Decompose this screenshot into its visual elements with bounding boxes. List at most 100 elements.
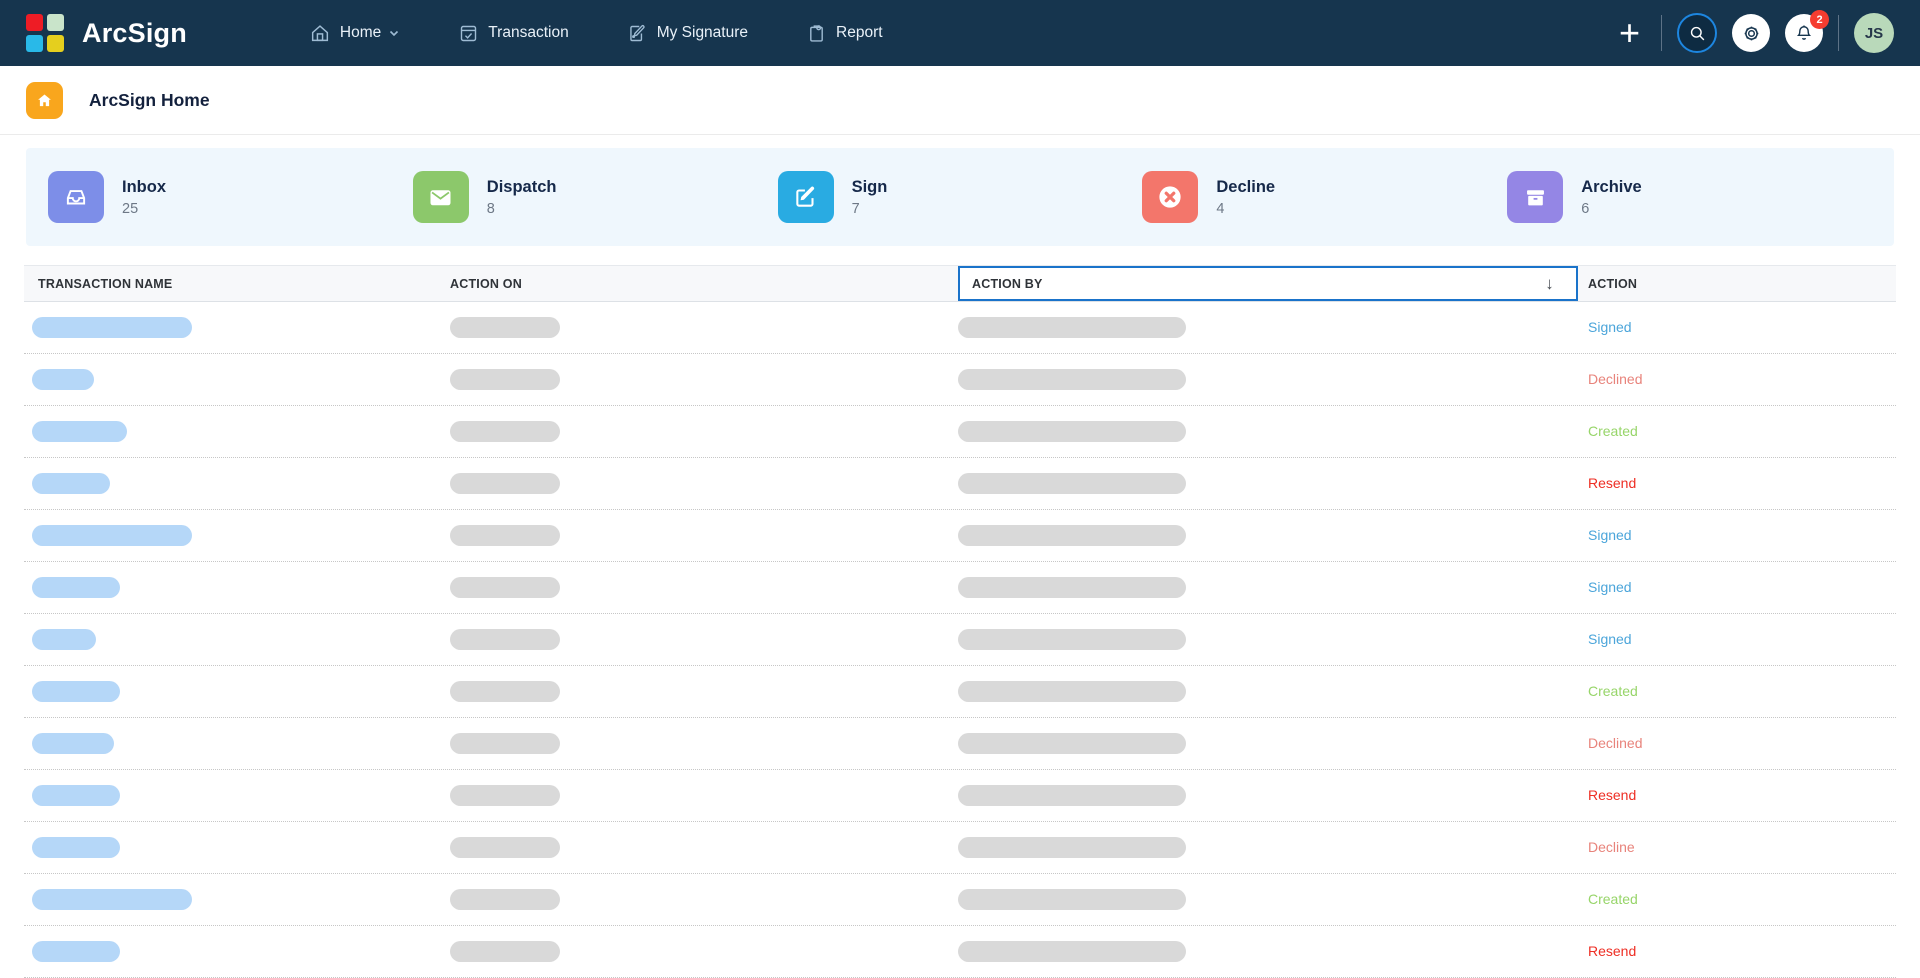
stat-card-decline[interactable]: Decline 4 bbox=[1142, 171, 1507, 223]
stat-label: Decline bbox=[1216, 177, 1276, 196]
stat-card-archive[interactable]: Archive 6 bbox=[1507, 171, 1872, 223]
column-header-action-by[interactable]: ACTION BY ↓ bbox=[958, 266, 1578, 301]
sort-descending-icon[interactable]: ↓ bbox=[1545, 274, 1554, 294]
logo-square-green bbox=[47, 14, 64, 31]
table-row[interactable]: Declined bbox=[24, 354, 1896, 406]
nav-item-label: Report bbox=[836, 24, 883, 41]
action-on-skeleton bbox=[450, 577, 560, 598]
divider bbox=[1661, 15, 1662, 51]
gear-icon bbox=[1744, 26, 1758, 40]
table-row[interactable]: Declined bbox=[24, 718, 1896, 770]
action-by-skeleton bbox=[958, 421, 1186, 442]
action-by-skeleton bbox=[958, 525, 1186, 546]
search-icon bbox=[1690, 26, 1704, 40]
transaction-name-skeleton bbox=[32, 785, 120, 806]
action-status-link[interactable]: Signed bbox=[1588, 631, 1632, 647]
nav-item-home[interactable]: Home bbox=[309, 22, 400, 44]
table-row[interactable]: Resend bbox=[24, 458, 1896, 510]
table-row[interactable]: Signed bbox=[24, 510, 1896, 562]
notifications-button[interactable]: 2 bbox=[1785, 10, 1829, 52]
action-on-skeleton bbox=[450, 785, 560, 806]
table-row[interactable]: Signed bbox=[24, 302, 1896, 354]
search-button[interactable] bbox=[1677, 13, 1717, 53]
action-by-skeleton bbox=[958, 733, 1186, 754]
action-status-link[interactable]: Signed bbox=[1588, 319, 1632, 335]
envelope-icon bbox=[412, 171, 469, 223]
table-row[interactable]: Signed bbox=[24, 562, 1896, 614]
action-on-skeleton bbox=[450, 889, 560, 910]
stat-count: 4 bbox=[1216, 200, 1225, 217]
action-on-skeleton bbox=[450, 421, 560, 442]
page-title: ArcSign Home bbox=[89, 89, 210, 110]
column-header-action-on[interactable]: ACTION ON bbox=[450, 266, 958, 301]
action-by-skeleton bbox=[958, 473, 1186, 494]
transaction-name-skeleton bbox=[32, 629, 96, 650]
action-status-link[interactable]: Resend bbox=[1588, 787, 1636, 803]
action-status-link[interactable]: Resend bbox=[1588, 475, 1636, 491]
action-status-link[interactable]: Signed bbox=[1588, 527, 1632, 543]
action-on-skeleton bbox=[450, 941, 560, 962]
action-status-link[interactable]: Resend bbox=[1588, 943, 1636, 959]
nav-item-my-signature[interactable]: My Signature bbox=[627, 23, 748, 44]
column-header-action[interactable]: ACTION bbox=[1578, 266, 1896, 301]
action-by-skeleton bbox=[958, 577, 1186, 598]
signature-icon bbox=[629, 24, 645, 41]
action-by-skeleton bbox=[958, 317, 1186, 338]
action-by-skeleton bbox=[958, 889, 1186, 910]
action-status-link[interactable]: Decline bbox=[1588, 839, 1635, 855]
action-on-skeleton bbox=[450, 473, 560, 494]
action-status-link[interactable]: Declined bbox=[1588, 371, 1642, 387]
column-header-label: ACTION BY bbox=[972, 276, 1043, 291]
stat-count: 8 bbox=[486, 200, 495, 217]
transaction-name-skeleton bbox=[32, 525, 192, 546]
action-on-skeleton bbox=[450, 837, 560, 858]
logo-square-cyan bbox=[26, 35, 43, 52]
main-menu: Home Transaction My Signature Report bbox=[309, 22, 883, 44]
stat-count: 6 bbox=[1581, 200, 1590, 217]
logo-square-red bbox=[26, 14, 43, 31]
transaction-name-skeleton bbox=[32, 733, 114, 754]
table-row[interactable]: Created bbox=[24, 406, 1896, 458]
action-by-skeleton bbox=[958, 837, 1186, 858]
action-by-skeleton bbox=[958, 941, 1186, 962]
action-status-link[interactable]: Created bbox=[1588, 683, 1638, 699]
action-status-link[interactable]: Declined bbox=[1588, 735, 1642, 751]
stats-strip: Inbox 25 Dispatch 8 Sign 7 Decline 4 Arc… bbox=[26, 148, 1894, 246]
edit-icon bbox=[777, 171, 834, 223]
table-row[interactable]: Signed bbox=[24, 614, 1896, 666]
breadcrumb: ArcSign Home bbox=[0, 66, 1920, 135]
action-status-link[interactable]: Created bbox=[1588, 891, 1638, 907]
table-row[interactable]: Resend bbox=[24, 770, 1896, 822]
settings-button[interactable] bbox=[1732, 14, 1770, 52]
action-on-skeleton bbox=[450, 681, 560, 702]
table-header: TRANSACTION NAME ACTION ON ACTION BY ↓ A… bbox=[24, 265, 1896, 302]
arcsign-logo-icon[interactable] bbox=[26, 14, 64, 52]
action-by-skeleton bbox=[958, 785, 1186, 806]
table-row[interactable]: Created bbox=[24, 666, 1896, 718]
table-row[interactable]: Decline bbox=[24, 822, 1896, 874]
add-new-button[interactable]: + bbox=[1619, 15, 1640, 51]
action-status-link[interactable]: Signed bbox=[1588, 579, 1632, 595]
action-status-link[interactable]: Created bbox=[1588, 423, 1638, 439]
transaction-name-skeleton bbox=[32, 473, 110, 494]
table-row[interactable]: Resend bbox=[24, 926, 1896, 978]
stat-card-dispatch[interactable]: Dispatch 8 bbox=[412, 171, 778, 223]
stat-card-sign[interactable]: Sign 7 bbox=[777, 171, 1143, 223]
table-row[interactable]: Created bbox=[24, 874, 1896, 926]
logo-square-yellow bbox=[47, 35, 64, 52]
nav-item-transaction[interactable]: Transaction bbox=[458, 23, 569, 44]
stat-label: Archive bbox=[1581, 177, 1642, 196]
stat-card-inbox[interactable]: Inbox 25 bbox=[48, 171, 413, 223]
report-icon bbox=[810, 24, 823, 42]
action-on-skeleton bbox=[450, 369, 560, 390]
nav-item-label: Transaction bbox=[488, 24, 569, 41]
chevron-down-icon bbox=[390, 30, 399, 37]
stat-label: Dispatch bbox=[486, 177, 557, 196]
table-body: Signed Declined Created Resend Signed Si… bbox=[24, 302, 1896, 978]
user-avatar[interactable]: JS bbox=[1854, 13, 1894, 53]
transaction-icon bbox=[461, 25, 477, 41]
column-header-transaction-name[interactable]: TRANSACTION NAME bbox=[24, 266, 450, 301]
breadcrumb-home-button[interactable] bbox=[26, 81, 63, 119]
x-circle-icon bbox=[1142, 171, 1199, 223]
nav-item-report[interactable]: Report bbox=[806, 23, 883, 44]
